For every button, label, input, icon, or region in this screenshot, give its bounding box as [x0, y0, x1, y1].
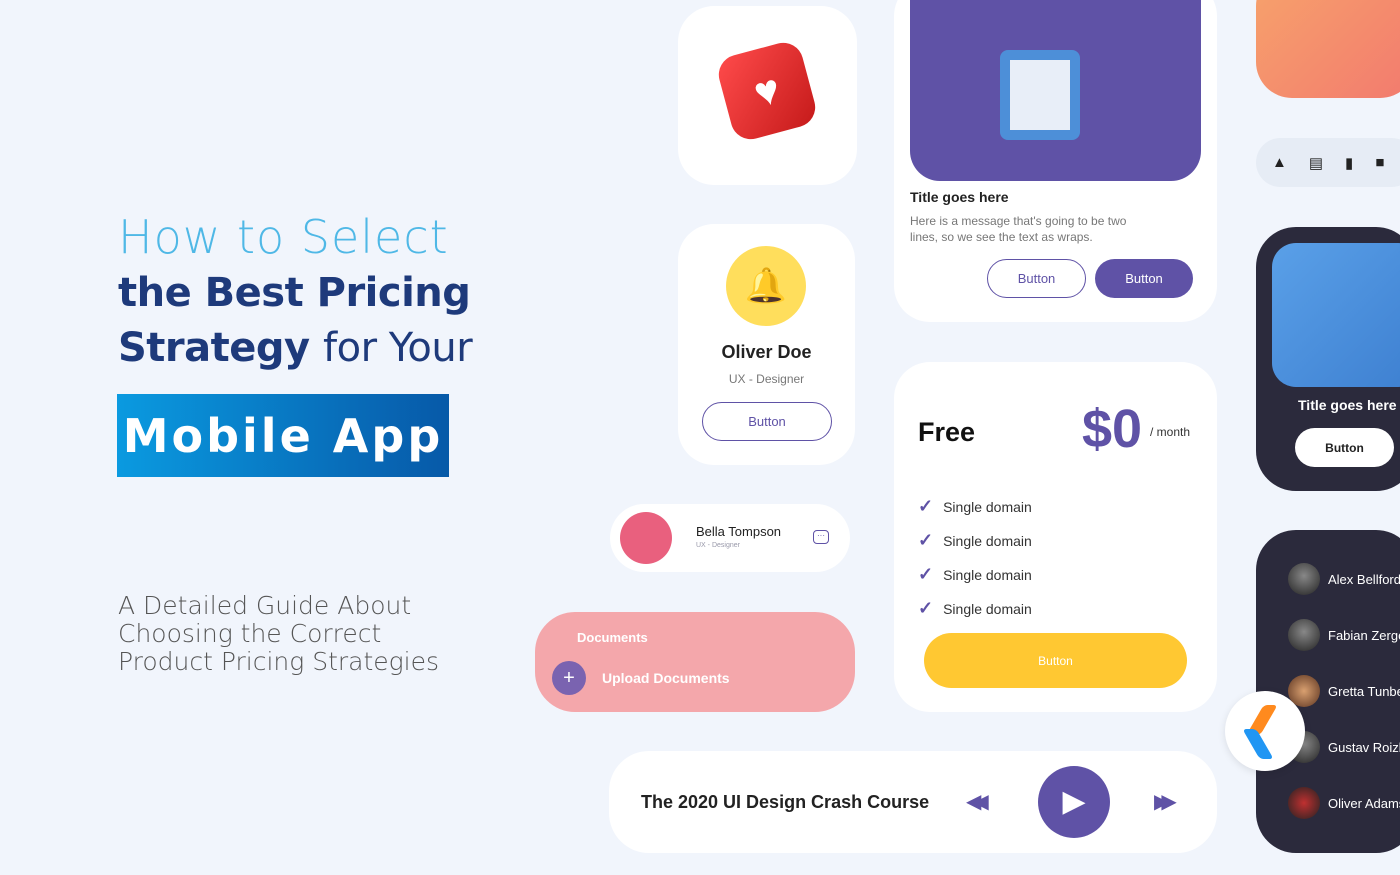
headline-line-2: the Best Pricing: [118, 270, 471, 316]
person-name: Oliver Adams: [1328, 795, 1400, 811]
list-item[interactable]: Fabian Zerge: [1288, 619, 1400, 651]
subtitle: A Detailed Guide About Choosing the Corr…: [118, 592, 458, 676]
document-icon[interactable]: ▤: [1309, 154, 1323, 172]
brand-logo: [1225, 691, 1305, 771]
info-card: Title goes here Here is a message that's…: [894, 0, 1217, 322]
profile-role: UX - Designer: [728, 372, 805, 386]
rewind-icon[interactable]: ◀◀: [966, 789, 989, 814]
contact-role: UX - Designer: [696, 542, 740, 549]
person-name: Fabian Zerge: [1328, 627, 1400, 643]
documents-title: Documents: [577, 630, 648, 645]
person-name: Gustav Roizb: [1328, 739, 1400, 755]
camera-image: [1272, 243, 1400, 387]
course-title: The 2020 UI Design Crash Course: [641, 792, 930, 812]
plus-icon[interactable]: +: [552, 661, 586, 695]
fast-forward-icon[interactable]: ▶▶: [1154, 789, 1177, 814]
filled-button[interactable]: Button: [1095, 259, 1193, 298]
check-icon: ✓: [918, 598, 934, 618]
avatar: [1288, 787, 1320, 819]
person-name: Gretta Tunbe: [1328, 683, 1400, 699]
dark-card-button[interactable]: Button: [1295, 428, 1394, 467]
bell-icon: 🔔: [726, 246, 806, 326]
feature-label: Single domain: [943, 566, 1032, 583]
heart-icon: ♥: [714, 38, 820, 144]
price: $0: [1082, 399, 1143, 459]
dark-card-title: Title goes here: [1298, 397, 1397, 413]
documents-card: Documents + Upload Documents: [535, 612, 855, 712]
outline-button[interactable]: Button: [987, 259, 1086, 298]
feature-item: ✓ Single domain: [918, 598, 1032, 619]
computer-icon: [1000, 50, 1080, 140]
illustration-image: [910, 0, 1201, 181]
feature-label: Single domain: [943, 498, 1032, 515]
feature-label: Single domain: [943, 600, 1032, 617]
mobile-app-badge: Mobile App: [117, 394, 449, 477]
plan-name: Free: [918, 417, 976, 447]
feature-label: Single domain: [943, 532, 1032, 549]
profile-button[interactable]: Button: [702, 402, 832, 441]
price-period: / month: [1150, 425, 1191, 439]
check-icon: ✓: [918, 530, 934, 550]
contact-name: Bella Tompson: [696, 524, 782, 539]
feature-item: ✓ Single domain: [918, 564, 1032, 585]
subtitle-line: Product Pricing Strategies: [118, 647, 440, 676]
check-icon: ✓: [918, 496, 934, 516]
avatar: [620, 512, 672, 564]
orange-card: [1256, 0, 1400, 98]
chat-icon[interactable]: ···: [813, 530, 829, 544]
folder-icon[interactable]: ■: [1375, 154, 1384, 171]
upload-documents-link[interactable]: Upload Documents: [602, 670, 730, 686]
icon-toolbar: ▲ ▤ ▮ ■: [1256, 138, 1400, 187]
check-icon: ✓: [918, 564, 934, 584]
heart-card: ♥: [678, 6, 857, 185]
headline-line-1: How to Select: [118, 210, 449, 264]
logo-mark-bottom: [1242, 729, 1274, 759]
play-icon[interactable]: ▶: [1038, 766, 1110, 838]
profile-name: Oliver Doe: [721, 342, 812, 362]
list-item[interactable]: Alex Bellford: [1288, 563, 1400, 595]
avatar: [1288, 563, 1320, 595]
headline-bold: Strategy: [118, 325, 310, 371]
profile-card: 🔔 Oliver Doe UX - Designer Button: [678, 224, 855, 465]
file-icon[interactable]: ▮: [1345, 154, 1353, 172]
subtitle-line: A Detailed Guide About: [118, 591, 412, 620]
contact-card[interactable]: Bella Tompson UX - Designer ···: [610, 504, 850, 572]
dark-card: Title goes here Button: [1256, 227, 1400, 491]
list-item[interactable]: Gretta Tunbe: [1288, 675, 1400, 707]
person-name: Alex Bellford: [1328, 571, 1400, 587]
info-message: Here is a message that's going to be two…: [910, 214, 1127, 244]
list-item[interactable]: Gustav Roizb: [1288, 731, 1400, 763]
info-title: Title goes here: [910, 189, 1009, 205]
headline-light: for Your: [323, 325, 473, 371]
feature-item: ✓ Single domain: [918, 496, 1032, 517]
list-item[interactable]: Oliver Adams: [1288, 787, 1400, 819]
course-player: The 2020 UI Design Crash Course ◀◀ ▶ ▶▶: [609, 751, 1217, 853]
feature-item: ✓ Single domain: [918, 530, 1032, 551]
avatar: [1288, 619, 1320, 651]
image-icon[interactable]: ▲: [1272, 154, 1287, 171]
subtitle-line: Choosing the Correct: [118, 619, 382, 648]
pricing-button[interactable]: Button: [924, 633, 1187, 688]
headline-line-3: Strategy for Your: [118, 325, 473, 371]
